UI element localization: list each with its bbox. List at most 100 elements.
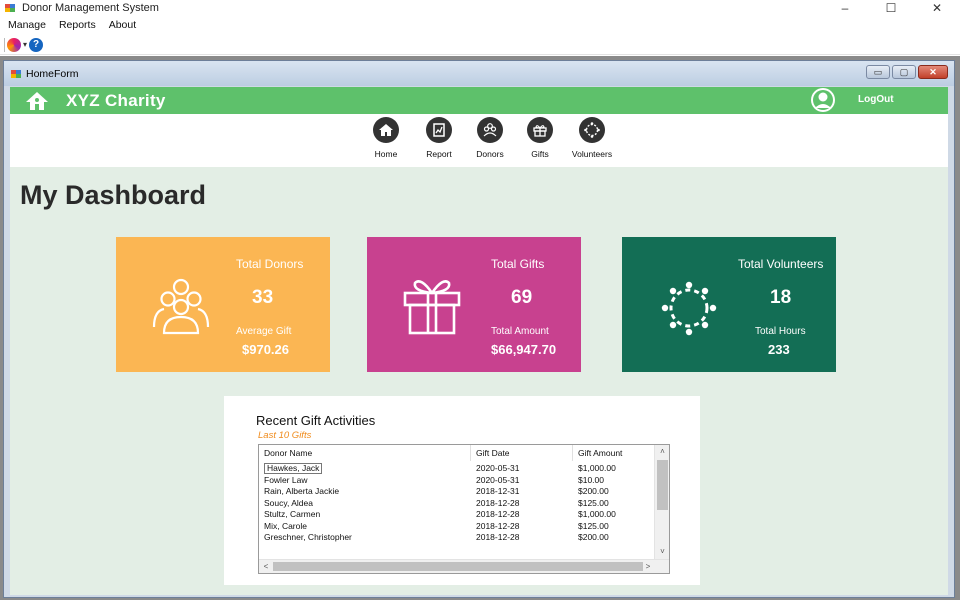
nav-volunteers-label: Volunteers — [571, 149, 613, 159]
card-value: 33 — [252, 287, 274, 308]
scroll-left-icon[interactable]: < — [259, 560, 273, 573]
cell-gift-date: 2020-05-31 — [476, 474, 520, 485]
nav-home[interactable]: Home — [365, 117, 407, 159]
cell-gift-date: 2018-12-28 — [476, 520, 520, 531]
card-subvalue: 233 — [768, 342, 790, 357]
cell-gift-amount: $200.00 — [578, 486, 609, 496]
card-sublabel: Total Hours — [755, 326, 806, 337]
cell-donor-name: Fowler Law — [264, 474, 308, 485]
table-row[interactable]: Fowler Law 2020-05-31 $10.00 — [259, 475, 655, 487]
card-sublabel: Average Gift — [236, 326, 292, 337]
nav-gifts-label: Gifts — [531, 149, 549, 159]
horizontal-scrollbar[interactable]: < > — [259, 559, 669, 573]
card-title: Total Volunteers — [738, 257, 824, 271]
card-total-volunteers: Total Volunteers 18 Total Hours 233 — [622, 237, 836, 372]
vertical-scrollbar[interactable]: ˄ ˅ — [654, 445, 669, 559]
cell-gift-date: 2018-12-28 — [476, 497, 520, 508]
cell-donor-name: Mix, Carole — [264, 520, 307, 531]
nav-report[interactable]: Report — [418, 117, 460, 159]
cell-gift-amount: $1,000.00 — [578, 509, 616, 519]
nav-gifts[interactable]: Gifts — [519, 117, 561, 159]
cell-gift-amount: $125.00 — [578, 520, 609, 531]
nav-home-label: Home — [374, 149, 398, 159]
nav-strip: Home Report Donors Gifts Volunteers — [10, 114, 948, 167]
volunteers-icon — [579, 117, 605, 143]
table-row[interactable]: Hawkes, Jack 2020-05-31 $1,000.00 — [259, 463, 655, 475]
logout-link[interactable]: LogOut — [858, 94, 894, 105]
app-title: Donor Management System — [22, 2, 159, 14]
minimize-button[interactable]: – — [822, 0, 868, 16]
menu-bar: Manage Reports About — [0, 16, 960, 34]
card-title: Total Donors — [236, 257, 304, 271]
toolbar: ▾ ? — [0, 35, 960, 55]
color-wheel-icon[interactable] — [7, 37, 21, 52]
cell-donor-name: Rain, Alberta Jackie — [264, 486, 340, 496]
toolbar-grip — [4, 37, 5, 52]
user-avatar-icon[interactable] — [810, 87, 836, 113]
cell-gift-date: 2018-12-28 — [476, 532, 520, 542]
app-icon — [5, 4, 15, 12]
table-row[interactable]: Greschner, Christopher 2018-12-28 $200.0… — [259, 532, 655, 544]
home-form-window: HomeForm ▭ ▢ ✕ XYZ Charity LogOut Home R… — [3, 60, 955, 598]
card-total-gifts: Total Gifts 69 Total Amount $66,947.70 — [367, 237, 581, 372]
donors-icon — [477, 117, 503, 143]
recent-gifts-panel: Recent Gift Activities Last 10 Gifts Don… — [224, 396, 700, 585]
card-total-donors: Total Donors 33 Average Gift $970.26 — [116, 237, 330, 372]
nav-donors-label: Donors — [476, 149, 504, 159]
card-subvalue: $66,947.70 — [491, 342, 557, 357]
scroll-right-icon[interactable]: > — [641, 560, 655, 573]
maximize-button[interactable]: ☐ — [868, 0, 914, 16]
card-value: 18 — [770, 287, 792, 308]
cell-donor-name: Soucy, Aldea — [264, 497, 313, 508]
child-title-bar: HomeForm ▭ ▢ ✕ — [4, 61, 954, 86]
grid-header: Donor Name Gift Date Gift Amount — [259, 445, 655, 461]
table-row[interactable]: Stultz, Carmen 2018-12-28 $1,000.00 — [259, 509, 655, 521]
recent-gifts-grid[interactable]: Donor Name Gift Date Gift Amount Hawkes,… — [258, 444, 670, 574]
help-icon[interactable]: ? — [29, 37, 44, 52]
cell-donor-name: Hawkes, Jack — [259, 463, 471, 475]
table-row[interactable]: Rain, Alberta Jackie 2018-12-31 $200.00 — [259, 486, 655, 498]
menu-about[interactable]: About — [109, 19, 136, 31]
gift-icon — [527, 117, 553, 143]
menu-reports[interactable]: Reports — [59, 19, 96, 31]
column-header-gift-date[interactable]: Gift Date — [471, 445, 573, 461]
cell-gift-amount: $10.00 — [578, 474, 604, 485]
cell-donor-name: Greschner, Christopher — [264, 532, 352, 542]
client-area: XYZ Charity LogOut Home Report Donors Gi… — [10, 87, 948, 595]
nav-donors[interactable]: Donors — [469, 117, 511, 159]
cell-gift-amount: $200.00 — [578, 532, 609, 542]
column-header-donor-name[interactable]: Donor Name — [259, 445, 471, 461]
people-icon — [152, 278, 210, 335]
column-header-gift-amount[interactable]: Gift Amount — [573, 445, 655, 461]
cell-gift-date: 2018-12-28 — [476, 509, 520, 519]
child-minimize-button[interactable]: ▭ — [866, 65, 890, 79]
card-subvalue: $970.26 — [242, 342, 289, 357]
cell-gift-date: 2018-12-31 — [476, 486, 520, 496]
page-title: My Dashboard — [20, 180, 207, 210]
table-row[interactable]: Mix, Carole 2018-12-28 $125.00 — [259, 521, 655, 533]
scroll-down-icon[interactable]: ˅ — [655, 545, 669, 559]
child-close-button[interactable]: ✕ — [918, 65, 948, 79]
selected-cell[interactable]: Hawkes, Jack — [264, 463, 323, 474]
child-maximize-button[interactable]: ▢ — [892, 65, 916, 79]
recent-gifts-title: Recent Gift Activities — [256, 413, 376, 428]
recent-gifts-subtitle: Last 10 Gifts — [258, 430, 312, 441]
scroll-up-icon[interactable]: ˄ — [655, 445, 669, 459]
menu-manage[interactable]: Manage — [8, 19, 46, 31]
grid-body: Hawkes, Jack 2020-05-31 $1,000.00 Fowler… — [259, 463, 655, 544]
nav-report-label: Report — [426, 149, 452, 159]
cell-gift-date: 2020-05-31 — [476, 463, 520, 473]
report-icon — [426, 117, 452, 143]
card-value: 69 — [511, 287, 533, 308]
vertical-scroll-thumb[interactable] — [657, 460, 668, 510]
close-button[interactable]: ✕ — [914, 0, 960, 16]
child-title: HomeForm — [26, 67, 79, 80]
nav-volunteers[interactable]: Volunteers — [571, 117, 613, 159]
horizontal-scroll-thumb[interactable] — [273, 562, 643, 571]
cell-gift-amount: $125.00 — [578, 497, 609, 508]
charity-logo-icon — [26, 91, 48, 110]
table-row[interactable]: Soucy, Aldea 2018-12-28 $125.00 — [259, 498, 655, 510]
org-name: XYZ Charity — [66, 90, 166, 110]
header-bar: XYZ Charity LogOut — [10, 87, 948, 114]
chevron-down-icon[interactable]: ▾ — [23, 40, 27, 49]
